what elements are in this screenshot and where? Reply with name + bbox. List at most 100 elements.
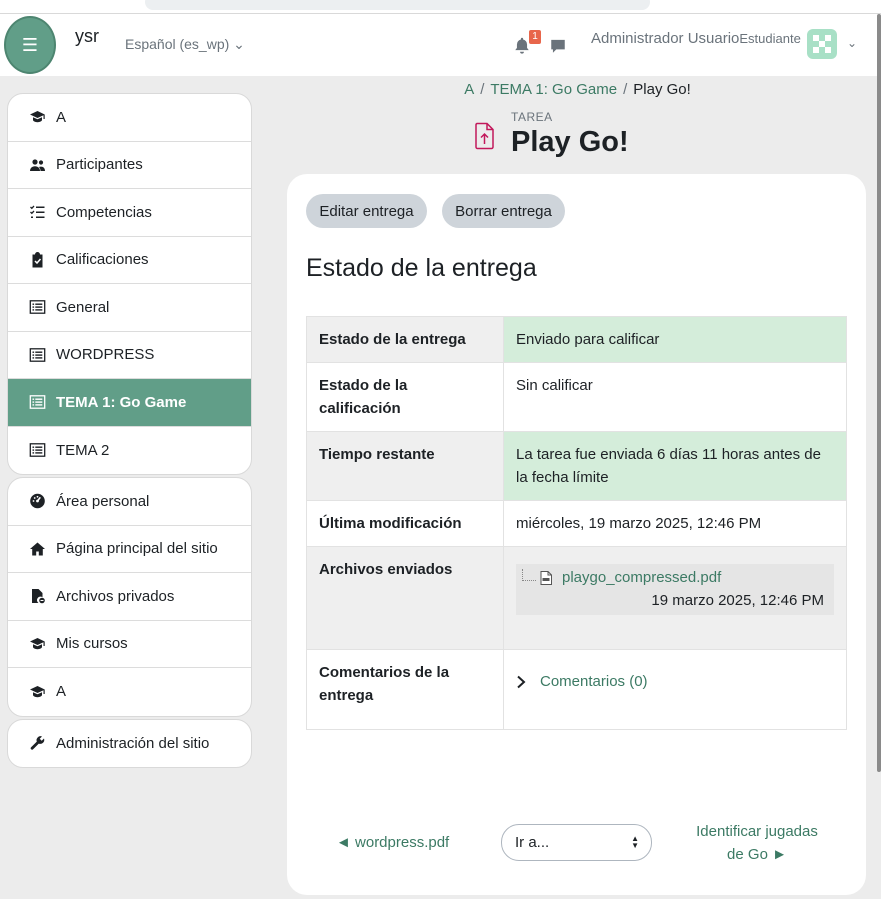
section-icon xyxy=(28,394,46,410)
sidebar-item-p-gina-principal-del-sitio[interactable]: Página principal del sitio xyxy=(8,526,251,573)
users-icon xyxy=(28,157,46,173)
submission-status-heading: Estado de la entrega xyxy=(306,254,537,282)
chevron-down-icon[interactable]: ⌄ xyxy=(847,36,857,50)
sidebar-item-general[interactable]: General xyxy=(8,284,251,332)
file-tree: playgo_compressed.pdf 19 marzo 2025, 12:… xyxy=(516,564,834,615)
language-selector[interactable]: Español (es_wp) ⌄ xyxy=(125,36,245,53)
sidebar-item-label: Competencias xyxy=(56,203,152,221)
section-icon xyxy=(28,299,46,315)
sidebar-item-archivos-privados[interactable]: Archivos privados xyxy=(8,573,251,621)
last-modified-value: miércoles, 19 marzo 2025, 12:46 PM xyxy=(503,500,847,547)
comments-toggle[interactable]: Comentarios (0) xyxy=(516,661,834,693)
home-icon xyxy=(28,541,46,557)
section-icon xyxy=(28,442,46,458)
row-label: Estado de la entrega xyxy=(306,316,504,363)
avatar[interactable] xyxy=(807,29,837,59)
sidebar-item-label: Mis cursos xyxy=(56,635,128,653)
sidebar-item-label: Calificaciones xyxy=(56,251,149,269)
sidebar-item-wordpress[interactable]: WORDPRESS xyxy=(8,332,251,379)
table-row: Archivos enviados playgo_compressed.pdf … xyxy=(306,546,847,650)
checklist-icon xyxy=(28,204,46,220)
table-row: Estado de la entrega Enviado para califi… xyxy=(306,316,847,363)
drawer-toggle-button[interactable]: ☰ xyxy=(4,16,56,74)
submitted-files-cell: playgo_compressed.pdf 19 marzo 2025, 12:… xyxy=(503,546,847,650)
section-icon xyxy=(28,347,46,363)
delete-submission-button[interactable]: Borrar entrega xyxy=(442,194,565,228)
next-activity-link[interactable]: Identificar jugadas de Go ► xyxy=(687,820,827,866)
select-arrows-icon: ▲ ▼ xyxy=(631,834,639,850)
activity-type: TAREA xyxy=(511,110,553,124)
sidebar-item-administracion[interactable]: Administración del sitio xyxy=(8,720,251,768)
site-name[interactable]: ysr xyxy=(75,26,99,47)
row-label: Estado de la calificación xyxy=(306,362,504,432)
sidebar-item-calificaciones[interactable]: Calificaciones xyxy=(8,237,251,284)
site-nav-card: Área personal Página principal del sitio A… xyxy=(7,477,252,717)
sidebar-item-a[interactable]: A xyxy=(8,668,251,716)
row-label: Comentarios de la entrega xyxy=(306,649,504,730)
sidebar-item-label: Archivos privados xyxy=(56,587,175,605)
graduation-cap-icon xyxy=(28,636,46,652)
comments-cell: Comentarios (0) xyxy=(503,649,847,730)
jump-to-label: Ir a... xyxy=(515,834,550,851)
admin-nav-card: Administración del sitio xyxy=(7,718,252,768)
table-row: Tiempo restante La tarea fue enviada 6 d… xyxy=(306,431,847,501)
sidebar-item-label: A xyxy=(56,108,67,126)
breadcrumb-current: Play Go! xyxy=(633,81,691,98)
sidebar-item-label: Participantes xyxy=(56,156,143,174)
notification-badge: 1 xyxy=(529,30,541,44)
submitted-file-link[interactable]: playgo_compressed.pdf xyxy=(562,566,721,589)
breadcrumb-link-section[interactable]: TEMA 1: Go Game xyxy=(490,81,617,98)
top-navbar: ☰ ysr Español (es_wp) ⌄ 1 Administrador … xyxy=(0,14,881,76)
sidebar-item-label: Área personal xyxy=(56,492,150,510)
file-icon xyxy=(28,588,46,604)
comments-link[interactable]: Comentarios (0) xyxy=(540,670,648,693)
sidebar-item-competencias[interactable]: Competencias xyxy=(8,189,251,237)
chevron-down-icon: ⌄ xyxy=(233,36,245,52)
sidebar-item-tema-1-go-game[interactable]: TEMA 1: Go Game xyxy=(8,379,251,427)
breadcrumb-link-course[interactable]: A xyxy=(464,81,474,98)
sidebar-item-label: TEMA 2 xyxy=(56,441,110,459)
main-content: Editar entrega Borrar entrega Estado de … xyxy=(287,174,866,895)
dashboard-icon xyxy=(28,493,46,509)
sidebar-item-tema-2[interactable]: TEMA 2 xyxy=(8,427,251,475)
submission-status-table: Estado de la entrega Enviado para califi… xyxy=(306,316,847,730)
graduation-cap-icon xyxy=(28,109,46,125)
table-row: Comentarios de la entrega Comentarios (0… xyxy=(306,649,847,730)
browser-address-bar[interactable] xyxy=(145,0,650,10)
sidebar-item-label: A xyxy=(56,683,67,701)
previous-activity-link[interactable]: ◄ wordpress.pdf xyxy=(336,834,449,851)
table-row: Estado de la calificación Sin calificar xyxy=(306,362,847,432)
user-fullname: Administrador Usuario xyxy=(591,30,740,47)
course-index-sidebar: A Participantes Competencias Calificaciones… xyxy=(7,93,252,770)
edit-submission-button[interactable]: Editar entrega xyxy=(306,194,427,228)
row-label: Archivos enviados xyxy=(306,546,504,650)
table-row: Última modificación miércoles, 19 marzo … xyxy=(306,500,847,547)
assignment-icon xyxy=(475,122,494,150)
pdf-file-icon xyxy=(540,570,552,585)
user-role: Estudiante xyxy=(739,31,801,46)
chat-icon[interactable] xyxy=(549,37,567,55)
jump-to-select[interactable]: Ir a... ▲ ▼ xyxy=(501,824,652,861)
sidebar-item-label: WORDPRESS xyxy=(56,346,155,364)
page-scrollbar[interactable] xyxy=(877,14,881,772)
sidebar-item-participantes[interactable]: Participantes xyxy=(8,142,251,189)
time-remaining-value: La tarea fue enviada 6 días 11 horas ant… xyxy=(503,431,847,501)
sidebar-item-a[interactable]: A xyxy=(8,94,251,142)
status-value: Enviado para calificar xyxy=(503,316,847,363)
course-nav-card: A Participantes Competencias Calificaciones… xyxy=(7,93,252,475)
user-menu-label[interactable]: Administrador UsuarioEstudiante xyxy=(591,30,801,47)
chevron-right-icon xyxy=(517,675,526,688)
row-label: Tiempo restante xyxy=(306,431,504,501)
sidebar-item-rea-personal[interactable]: Área personal xyxy=(8,478,251,526)
sidebar-item-label: Página principal del sitio xyxy=(56,540,218,558)
sidebar-item-label: General xyxy=(56,298,110,316)
graduation-cap-icon xyxy=(28,684,46,700)
page-title: Play Go! xyxy=(511,126,629,158)
wrench-icon xyxy=(28,735,46,751)
language-label: Español (es_wp) xyxy=(125,36,230,52)
sidebar-item-mis-cursos[interactable]: Mis cursos xyxy=(8,621,251,668)
grading-value: Sin calificar xyxy=(503,362,847,432)
sidebar-item-label: TEMA 1: Go Game xyxy=(56,393,187,411)
breadcrumb: A / TEMA 1: Go Game / Play Go! xyxy=(464,81,691,98)
clipboard-check-icon xyxy=(28,251,46,268)
